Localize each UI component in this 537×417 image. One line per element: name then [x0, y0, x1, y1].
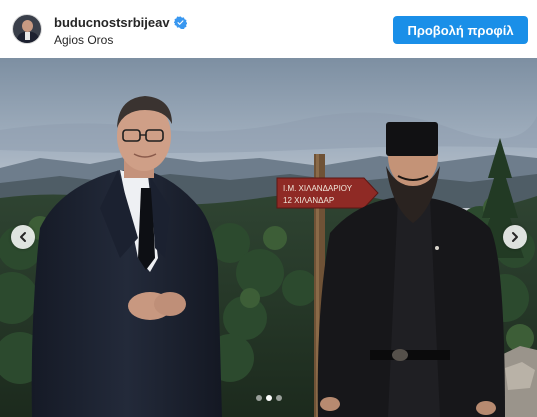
- carousel-dot: [256, 395, 262, 401]
- carousel-next-button[interactable]: [503, 225, 527, 249]
- username-link[interactable]: buducnostsrbijeav: [54, 15, 170, 30]
- location-link[interactable]: Agios Oros: [54, 33, 113, 47]
- chevron-left-icon: [20, 232, 26, 242]
- sign-line-1: I.M. ΧΙΛΑΝΔΑΡΙΟΥ: [283, 184, 353, 193]
- carousel-indicator: [256, 395, 282, 401]
- username-row: buducnostsrbijeav: [54, 15, 187, 30]
- post-header: buducnostsrbijeav Agios Oros Προβολή προ…: [0, 0, 537, 58]
- carousel-prev-button[interactable]: [11, 225, 35, 249]
- chevron-right-icon: [512, 232, 518, 242]
- avatar[interactable]: [12, 14, 42, 44]
- verified-badge-icon: [173, 16, 187, 29]
- carousel-dot: [276, 395, 282, 401]
- carousel-dot: [266, 395, 272, 401]
- sign-line-2: 12 ΧΙΛΑΝΔΑΡ: [283, 196, 334, 205]
- post-photo[interactable]: I.M. ΧΙΛΑΝΔΑΡΙΟΥ 12 ΧΙΛΑΝΔΑΡ: [0, 58, 537, 417]
- view-profile-button[interactable]: Προβολή προφίλ: [393, 16, 528, 44]
